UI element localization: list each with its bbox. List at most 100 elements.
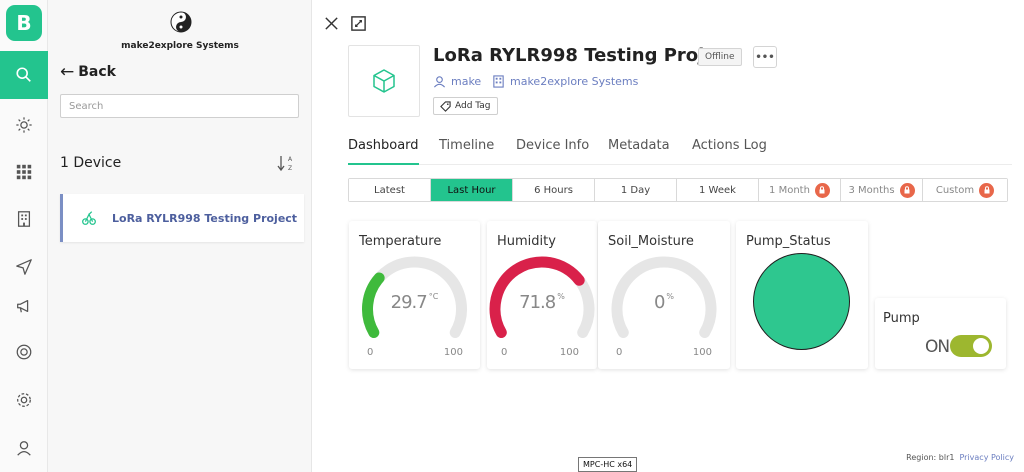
building-icon bbox=[17, 211, 31, 227]
rail-settings[interactable] bbox=[0, 376, 48, 424]
device-image bbox=[348, 45, 420, 117]
search-icon bbox=[16, 67, 31, 82]
send-icon bbox=[16, 259, 32, 275]
owner-name: make bbox=[451, 75, 482, 88]
device-list-panel: make2explore Systems ← Back 1 Device A Z… bbox=[48, 0, 312, 472]
tag-icon bbox=[440, 100, 451, 112]
back-button[interactable]: ← Back bbox=[60, 62, 116, 82]
pump-toggle[interactable] bbox=[950, 335, 992, 357]
rail-support[interactable] bbox=[0, 328, 48, 376]
pump-status-led bbox=[753, 253, 850, 350]
widget-title: Soil_Moisture bbox=[608, 234, 694, 249]
gauge-min: 0 bbox=[367, 347, 374, 358]
device-title: LoRa RYLR998 Testing Project bbox=[433, 45, 736, 66]
range-3-months[interactable]: 3 Months bbox=[841, 179, 923, 201]
organization-name: make2explore Systems bbox=[510, 75, 639, 88]
soil-moisture-widget: Soil_Moisture 0% 0 100 bbox=[598, 221, 730, 369]
grid-icon bbox=[16, 164, 32, 180]
cube-icon bbox=[373, 69, 395, 93]
range-label: 1 Week bbox=[699, 184, 736, 196]
taskbar-tooltip: MPC-HC x64 bbox=[578, 457, 638, 472]
device-list-item[interactable]: LoRa RYLR998 Testing Project bbox=[60, 194, 304, 242]
gear-icon bbox=[17, 393, 31, 407]
status-badge: Offline bbox=[698, 48, 742, 66]
range-6-hours[interactable]: 6 Hours bbox=[513, 179, 595, 201]
rail-announcements[interactable] bbox=[0, 282, 48, 330]
range-label: Latest bbox=[374, 184, 405, 196]
rail-devices[interactable] bbox=[0, 148, 48, 196]
widget-title: Temperature bbox=[359, 234, 442, 249]
close-icon[interactable] bbox=[323, 15, 340, 32]
range-last-hour[interactable]: Last Hour bbox=[431, 179, 513, 201]
window-controls bbox=[323, 15, 367, 32]
lock-icon bbox=[979, 182, 995, 198]
device-list-item-name: LoRa RYLR998 Testing Project bbox=[112, 211, 298, 225]
tab-dashboard[interactable]: Dashboard bbox=[348, 138, 419, 165]
range-label: 3 Months bbox=[848, 184, 895, 196]
range-1-week[interactable]: 1 Week bbox=[677, 179, 759, 201]
add-tag-label: Add Tag bbox=[455, 101, 491, 111]
range-1-day[interactable]: 1 Day bbox=[595, 179, 677, 201]
humidity-widget: Humidity 71.8% 0 100 bbox=[487, 221, 597, 369]
widget-title: Pump bbox=[883, 311, 920, 326]
footer: Region: blr1 Privacy Policy bbox=[906, 453, 1014, 462]
sun-settings-icon bbox=[16, 117, 32, 133]
search-input[interactable] bbox=[60, 94, 299, 118]
tab-timeline[interactable]: Timeline bbox=[439, 138, 494, 165]
gauge-min: 0 bbox=[616, 347, 623, 358]
org-logo bbox=[170, 11, 192, 33]
gauge-min: 0 bbox=[501, 347, 508, 358]
megaphone-icon bbox=[17, 299, 29, 313]
lifebuoy-icon bbox=[16, 344, 32, 360]
device-count: 1 Device bbox=[60, 155, 122, 171]
device-icon bbox=[82, 211, 96, 225]
range-label: Last Hour bbox=[447, 184, 496, 196]
privacy-policy-link[interactable]: Privacy Policy bbox=[959, 453, 1014, 462]
owner-link[interactable]: make bbox=[433, 75, 481, 88]
building-icon bbox=[493, 75, 504, 88]
range-label: 6 Hours bbox=[534, 184, 573, 196]
gauge-max: 100 bbox=[443, 347, 463, 358]
range-custom[interactable]: Custom bbox=[923, 179, 1007, 201]
sort-az-icon[interactable]: A Z bbox=[276, 152, 296, 174]
add-tag-button[interactable]: Add Tag bbox=[433, 97, 498, 115]
tab-metadata[interactable]: Metadata bbox=[608, 138, 670, 165]
arrow-left-icon: ← bbox=[60, 62, 75, 82]
temperature-widget: Temperature 29.7 °C 0 100 bbox=[349, 221, 480, 369]
gauge-max: 100 bbox=[692, 347, 712, 358]
widget-title: Pump_Status bbox=[746, 234, 831, 249]
toggle-knob bbox=[973, 338, 989, 354]
user-icon bbox=[17, 441, 31, 456]
back-label: Back bbox=[78, 64, 116, 80]
tab-actions-log[interactable]: Actions Log bbox=[692, 138, 767, 165]
range-label: 1 Month bbox=[769, 184, 810, 196]
time-range-selector: Latest Last Hour 6 Hours 1 Day 1 Week 1 … bbox=[348, 178, 1008, 202]
range-label: 1 Day bbox=[620, 184, 651, 196]
gauge-max: 100 bbox=[559, 347, 579, 358]
gauge-value: 29.7 °C bbox=[390, 292, 439, 313]
switch-state-label: ON bbox=[925, 337, 950, 357]
tab-device-info[interactable]: Device Info bbox=[516, 138, 589, 165]
rail-developer-zone[interactable] bbox=[0, 101, 48, 149]
nav-rail: B bbox=[0, 0, 48, 472]
range-label: Custom bbox=[935, 184, 975, 196]
range-1-month[interactable]: 1 Month bbox=[759, 179, 841, 201]
rail-organizations[interactable] bbox=[0, 195, 48, 243]
user-icon bbox=[433, 76, 446, 88]
device-tabs: Dashboard Timeline Device Info Metadata … bbox=[348, 138, 1012, 165]
pump-switch-widget: Pump ON bbox=[875, 298, 1006, 369]
svg-text:A: A bbox=[288, 156, 293, 163]
region-label: Region: blr1 bbox=[906, 453, 955, 462]
gauge-value: 71.8% bbox=[519, 292, 565, 313]
svg-text:Z: Z bbox=[288, 165, 292, 172]
organization-link[interactable]: make2explore Systems bbox=[492, 75, 638, 88]
more-options-button[interactable]: ••• bbox=[753, 46, 777, 68]
gauge-value: 0% bbox=[653, 292, 675, 313]
range-latest[interactable]: Latest bbox=[349, 179, 431, 201]
rail-search[interactable] bbox=[0, 51, 48, 99]
app-logo[interactable]: B bbox=[6, 5, 42, 41]
rail-profile[interactable] bbox=[0, 424, 48, 472]
pump-status-widget: Pump_Status bbox=[736, 221, 868, 369]
widget-title: Humidity bbox=[497, 234, 556, 249]
expand-icon[interactable] bbox=[350, 15, 367, 32]
